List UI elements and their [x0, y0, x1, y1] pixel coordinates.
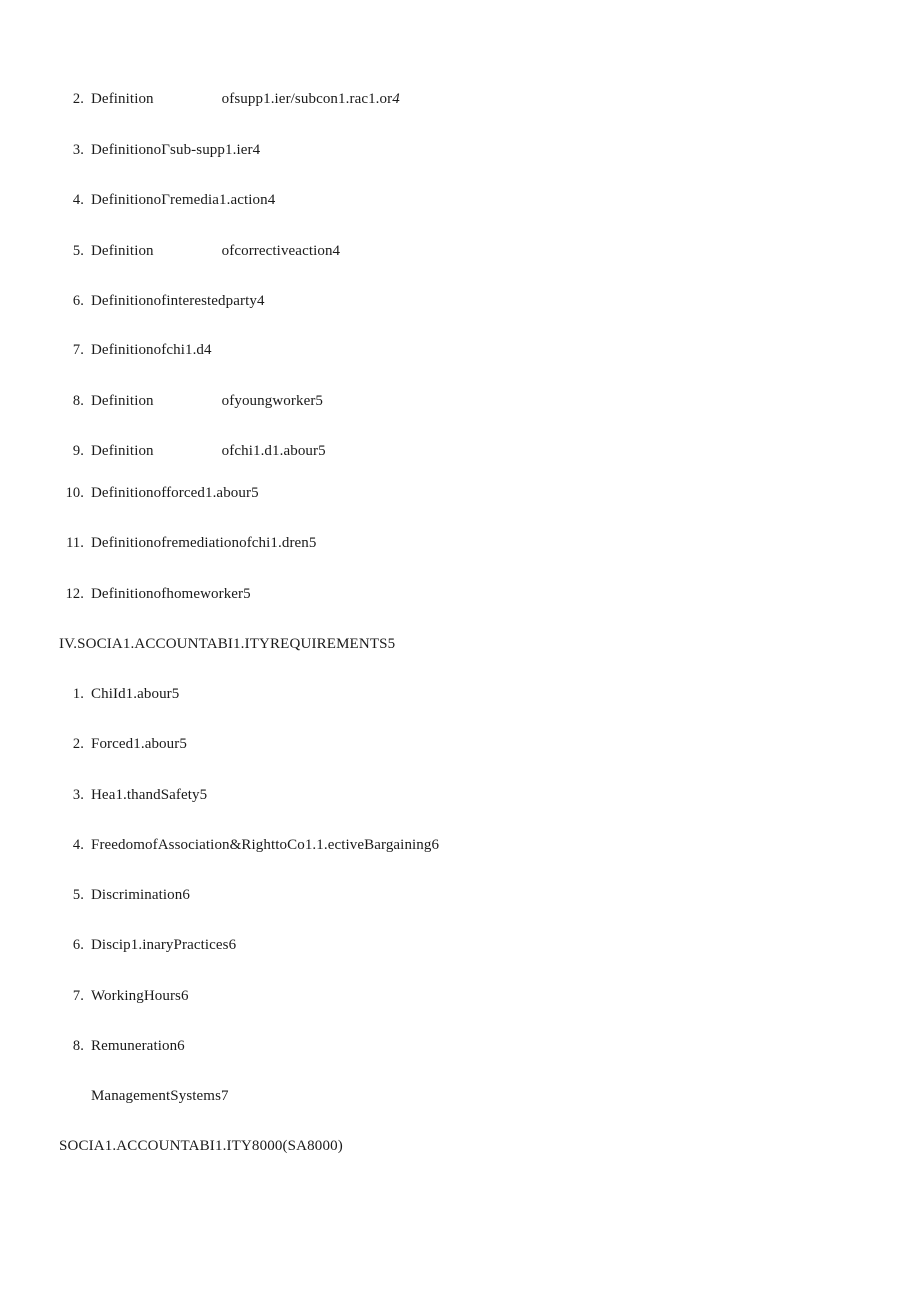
list-item-label-text: Definitionofinterestedparty4	[91, 293, 265, 309]
list-item-number: 12.	[65, 586, 84, 602]
list-item-label-text: ChiId1.abour5	[91, 686, 180, 702]
list-item-number: 8.	[72, 393, 84, 409]
list-item-label-text: Hea1.thandSafety5	[91, 787, 208, 803]
list-item: 8. Definition ofyoungworker5	[0, 390, 860, 412]
list-item-page-ref: 4	[392, 91, 400, 107]
list-item: 2. Definition ofsupp1.ier/subcon1.rac1.or4	[0, 88, 860, 110]
list-item-number: 6.	[72, 293, 84, 309]
list-item-label: Discrimination6	[91, 884, 190, 906]
list-item-label-tail: ofsupp1.ier/subcon1.rac1.or	[221, 91, 393, 107]
list-item-number: 7.	[72, 988, 84, 1004]
list-item-label-text: Definition	[91, 393, 154, 409]
list-item-label: ChiId1.abour5	[91, 683, 179, 705]
list-item-label: Definitionofhomeworker5	[91, 583, 251, 605]
list-item-label-text: Definition	[91, 243, 154, 259]
list-item-label-text: Remuneration6	[91, 1038, 185, 1054]
list-item-label-tail: ofcorrectiveaction4	[221, 243, 341, 259]
list-item-label: Definition ofchi1.d1.abour5	[91, 440, 326, 462]
list-item: 8. Remuneration6	[0, 1035, 860, 1057]
section-heading-social-accountability-requirements: IV.SOCIA1.ACCOUNTABI1.ITYREQUIREMENTS5	[59, 636, 396, 652]
list-item-label-tail: ofyoungworker5	[221, 393, 324, 409]
list-item-number: 3.	[72, 787, 84, 803]
list-item-label: Remuneration6	[91, 1035, 185, 1057]
list-item-number: 10.	[65, 485, 84, 501]
list-item-number: 2.	[72, 91, 84, 107]
list-item-label-text: Definition	[91, 443, 154, 459]
list-item-label: Definitionofinterestedparty4	[91, 290, 265, 312]
list-item-number: 2.	[72, 736, 84, 752]
list-item: 7. WorkingHours6	[0, 985, 860, 1007]
list-item-label-text: Discrimination6	[91, 887, 190, 903]
list-item-label-text: Definition	[91, 91, 154, 107]
list-item: 6. Discip1.inaryPractices6	[0, 934, 860, 956]
list-item-label-text: Definitionofremediationofchi1.dren5	[91, 535, 317, 551]
list-item-label-text: Definitionofforced1.abour5	[91, 485, 259, 501]
list-item: 5. Discrimination6	[0, 884, 860, 906]
list-item-label: DefinitionoΓremedia1.action4	[91, 189, 275, 211]
list-item-label: Definition ofsupp1.ier/subcon1.rac1.or4	[91, 88, 400, 110]
list-item-number: 4.	[72, 192, 84, 208]
management-systems-entry: ManagementSystems7	[91, 1088, 229, 1104]
document-page: 2. Definition ofsupp1.ier/subcon1.rac1.or4…	[0, 0, 920, 1301]
list-item-label-text: Definitionofhomeworker5	[91, 586, 251, 602]
list-item-number: 8.	[72, 1038, 84, 1054]
list-item-label: Hea1.thandSafety5	[91, 784, 207, 806]
list-item: 5. Definition ofcorrectiveaction4	[0, 240, 860, 262]
list-item-label: Definition ofyoungworker5	[91, 390, 323, 412]
list-item-label-text: DefinitionoΓremedia1.action4	[91, 192, 276, 208]
list-item-number: 7.	[72, 342, 84, 358]
list-item-label: Definitionofforced1.abour5	[91, 482, 259, 504]
list-item-number: 5.	[72, 243, 84, 259]
list-item-label: WorkingHours6	[91, 985, 189, 1007]
list-item-label: DefinitionoΓsub-supp1.ier4	[91, 139, 260, 161]
list-item: 4. DefinitionoΓremedia1.action4	[0, 189, 860, 211]
list-item-number: 3.	[72, 142, 84, 158]
list-item-label: Discip1.inaryPractices6	[91, 934, 236, 956]
list-item: 11. Definitionofremediationofchi1.dren5	[0, 532, 860, 554]
list-item: 3. Hea1.thandSafety5	[0, 784, 860, 806]
list-item-number: 5.	[72, 887, 84, 903]
list-item-label-text: Forced1.abour5	[91, 736, 187, 752]
list-item-label: Definitionofchi1.d4	[91, 339, 212, 361]
list-item: 12. Definitionofhomeworker5	[0, 583, 860, 605]
list-item-label-tail: ofchi1.d1.abour5	[221, 443, 326, 459]
list-item-number: 11.	[66, 535, 84, 551]
list-item-label: Forced1.abour5	[91, 733, 187, 755]
list-item: 2. Forced1.abour5	[0, 733, 860, 755]
list-item-number: 9.	[72, 443, 84, 459]
list-item-label-text: FreedomofAssociation&RighttoCo1.1.ective…	[91, 837, 440, 853]
list-item-label: Definition ofcorrectiveaction4	[91, 240, 340, 262]
list-item: 4. FreedomofAssociation&RighttoCo1.1.ecti…	[0, 834, 860, 856]
list-item-label-text: Definitionofchi1.d4	[91, 342, 212, 358]
list-item-number: 1.	[72, 686, 84, 702]
list-item-number: 6.	[72, 937, 84, 953]
list-item: 3. DefinitionoΓsub-supp1.ier4	[0, 139, 860, 161]
list-item: 10. Definitionofforced1.abour5	[0, 482, 860, 504]
list-item: 6. Definitionofinterestedparty4	[0, 290, 860, 312]
list-item-label-text: DefinitionoΓsub-supp1.ier4	[91, 142, 261, 158]
list-item-label: Definitionofremediationofchi1.dren5	[91, 532, 317, 554]
document-footer-title: SOCIA1.ACCOUNTABI1.ITY8000(SA8000)	[59, 1138, 343, 1154]
list-item-number: 4.	[72, 837, 84, 853]
list-item: 9. Definition ofchi1.d1.abour5	[0, 440, 860, 462]
list-item-label-text: Discip1.inaryPractices6	[91, 937, 237, 953]
list-item-label: FreedomofAssociation&RighttoCo1.1.ective…	[91, 834, 439, 856]
list-item-label-text: WorkingHours6	[91, 988, 189, 1004]
list-item: 7. Definitionofchi1.d4	[0, 339, 860, 361]
list-item: 1. ChiId1.abour5	[0, 683, 860, 705]
